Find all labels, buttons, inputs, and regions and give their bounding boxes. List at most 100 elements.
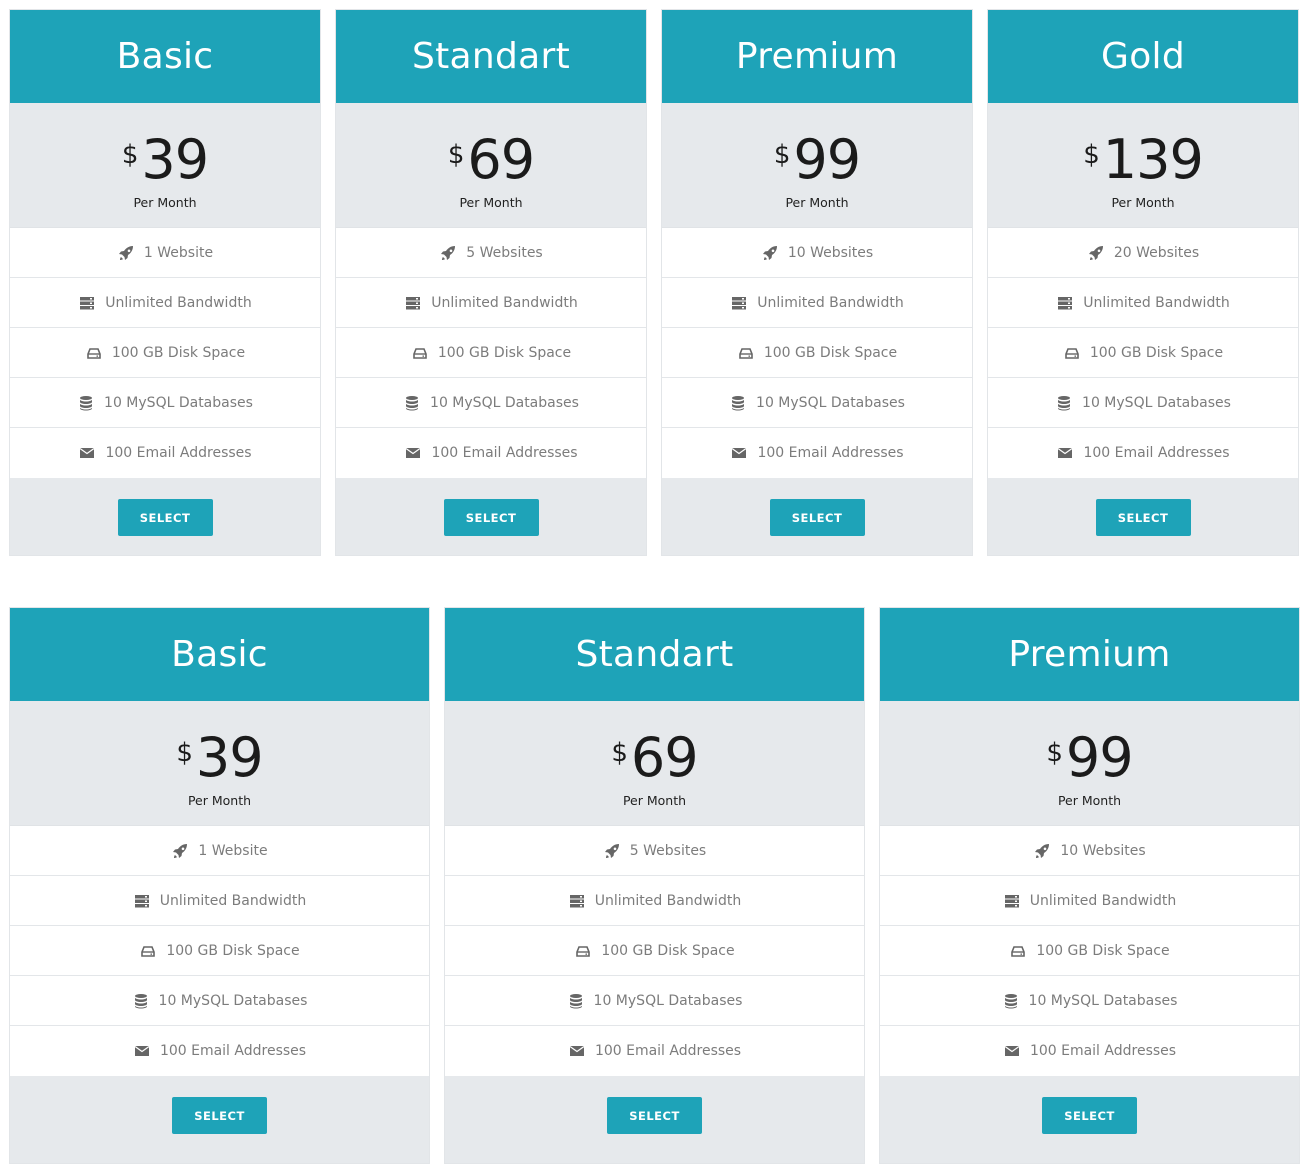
feature-list: 1 Website Unlimited Bandwidth 100 GB Dis… [10, 826, 429, 1076]
card-footer: SELECT [10, 478, 320, 555]
feature-text: 10 Websites [1060, 842, 1146, 859]
currency-symbol: $ [176, 738, 193, 768]
feature-list: 20 Websites Unlimited Bandwidth 100 GB D… [988, 228, 1298, 478]
feature-databases: 10 MySQL Databases [445, 976, 864, 1026]
price-period: Per Month [133, 195, 197, 210]
rocket-icon [117, 245, 135, 261]
price-box: $ 39 Per Month [10, 701, 429, 826]
feature-list: 10 Websites Unlimited Bandwidth 100 GB D… [880, 826, 1299, 1076]
database-icon [1055, 395, 1073, 411]
price: $ 69 [447, 128, 535, 191]
feature-text: 20 Websites [1113, 244, 1200, 261]
feature-databases: 10 MySQL Databases [10, 976, 429, 1026]
price-period: Per Month [187, 793, 252, 808]
price-box: $ 139 Per Month [988, 103, 1298, 228]
price: $ 39 [176, 731, 263, 785]
pricing-row-3-column: Basic $ 39 Per Month 1 Website Unlimited… [9, 607, 1300, 1164]
server-icon [730, 295, 748, 311]
price-period: Per Month [1057, 793, 1122, 808]
pricing-row-4-column: Basic $ 39 Per Month 1 Website Unlimited… [9, 9, 1299, 556]
feature-list: 1 Website Unlimited Bandwidth 100 GB Dis… [10, 228, 320, 478]
server-icon [1056, 295, 1074, 311]
select-button[interactable]: SELECT [443, 499, 539, 536]
price-box: $ 99 Per Month [662, 103, 972, 228]
price: $ 69 [611, 726, 699, 789]
price-period: Per Month [622, 793, 687, 808]
feature-text: Unlimited Bandwidth [757, 294, 904, 311]
feature-disk: 100 GB Disk Space [662, 328, 972, 378]
hard-drive-icon [411, 345, 429, 361]
feature-text: 10 MySQL Databases [1082, 394, 1231, 411]
select-button[interactable]: SELECT [769, 499, 865, 536]
feature-databases: 10 MySQL Databases [10, 378, 320, 428]
currency-symbol: $ [121, 140, 139, 170]
plan-title: Premium [880, 608, 1299, 701]
price: $ 99 [1046, 731, 1133, 785]
feature-text: 100 GB Disk Space [166, 942, 300, 959]
card-footer: SELECT [336, 478, 646, 555]
feature-email: 100 Email Addresses [662, 428, 972, 478]
currency-symbol: $ [447, 140, 465, 170]
database-icon [1002, 993, 1020, 1009]
feature-websites: 10 Websites [662, 228, 972, 278]
feature-disk: 100 GB Disk Space [10, 328, 320, 378]
price-period: Per Month [459, 195, 523, 210]
rocket-icon [603, 843, 621, 859]
feature-websites: 10 Websites [880, 826, 1299, 876]
feature-bandwidth: Unlimited Bandwidth [10, 876, 429, 926]
envelope-icon [404, 445, 422, 461]
hard-drive-icon [574, 943, 592, 959]
feature-email: 100 Email Addresses [880, 1026, 1299, 1076]
feature-text: Unlimited Bandwidth [1083, 294, 1230, 311]
feature-websites: 5 Websites [445, 826, 864, 876]
feature-text: 100 GB Disk Space [601, 942, 735, 959]
feature-text: 100 Email Addresses [594, 1043, 742, 1059]
price-amount: 99 [793, 128, 861, 191]
price-period: Per Month [1111, 195, 1175, 210]
database-icon [132, 993, 150, 1009]
feature-text: 5 Websites [466, 244, 543, 261]
feature-text: 1 Website [143, 244, 214, 261]
currency-symbol: $ [1046, 738, 1063, 768]
server-icon [1003, 893, 1021, 909]
select-button[interactable]: SELECT [117, 499, 213, 536]
feature-databases: 10 MySQL Databases [662, 378, 972, 428]
pricing-card-basic: Basic $ 39 Per Month 1 Website Unlimited… [9, 9, 321, 556]
feature-text: 10 MySQL Databases [158, 992, 308, 1009]
server-icon [78, 295, 96, 311]
feature-bandwidth: Unlimited Bandwidth [662, 278, 972, 328]
feature-databases: 10 MySQL Databases [880, 976, 1299, 1026]
feature-text: 10 MySQL Databases [1028, 992, 1178, 1009]
feature-disk: 100 GB Disk Space [10, 926, 429, 976]
feature-text: 100 Email Addresses [105, 445, 252, 461]
pricing-card-basic: Basic $ 39 Per Month 1 Website Unlimited… [9, 607, 430, 1164]
feature-text: 100 GB Disk Space [1089, 344, 1224, 361]
rocket-icon [1033, 843, 1051, 859]
price-amount: 69 [630, 726, 699, 789]
plan-title: Basic [10, 10, 320, 103]
select-button[interactable]: SELECT [607, 1097, 702, 1134]
select-button[interactable]: SELECT [172, 1097, 267, 1134]
plan-title: Basic [10, 608, 429, 701]
feature-databases: 10 MySQL Databases [988, 378, 1298, 428]
feature-text: 10 MySQL Databases [756, 394, 905, 411]
feature-disk: 100 GB Disk Space [336, 328, 646, 378]
hard-drive-icon [1009, 943, 1027, 959]
feature-text: 10 Websites [787, 244, 874, 261]
price-amount: 139 [1102, 128, 1204, 191]
card-footer: SELECT [445, 1076, 864, 1163]
select-button[interactable]: SELECT [1095, 499, 1191, 536]
feature-websites: 1 Website [10, 228, 320, 278]
envelope-icon [568, 1043, 586, 1059]
select-button[interactable]: SELECT [1042, 1097, 1137, 1134]
price-box: $ 99 Per Month [880, 701, 1299, 826]
feature-text: Unlimited Bandwidth [431, 294, 578, 311]
pricing-card-standart: Standart $ 69 Per Month 5 Websites Unlim… [444, 607, 865, 1164]
feature-text: Unlimited Bandwidth [594, 892, 742, 909]
feature-bandwidth: Unlimited Bandwidth [336, 278, 646, 328]
currency-symbol: $ [611, 738, 628, 768]
price-amount: 69 [467, 128, 535, 191]
database-icon [77, 395, 95, 411]
hard-drive-icon [139, 943, 157, 959]
feature-text: 100 GB Disk Space [1036, 942, 1170, 959]
